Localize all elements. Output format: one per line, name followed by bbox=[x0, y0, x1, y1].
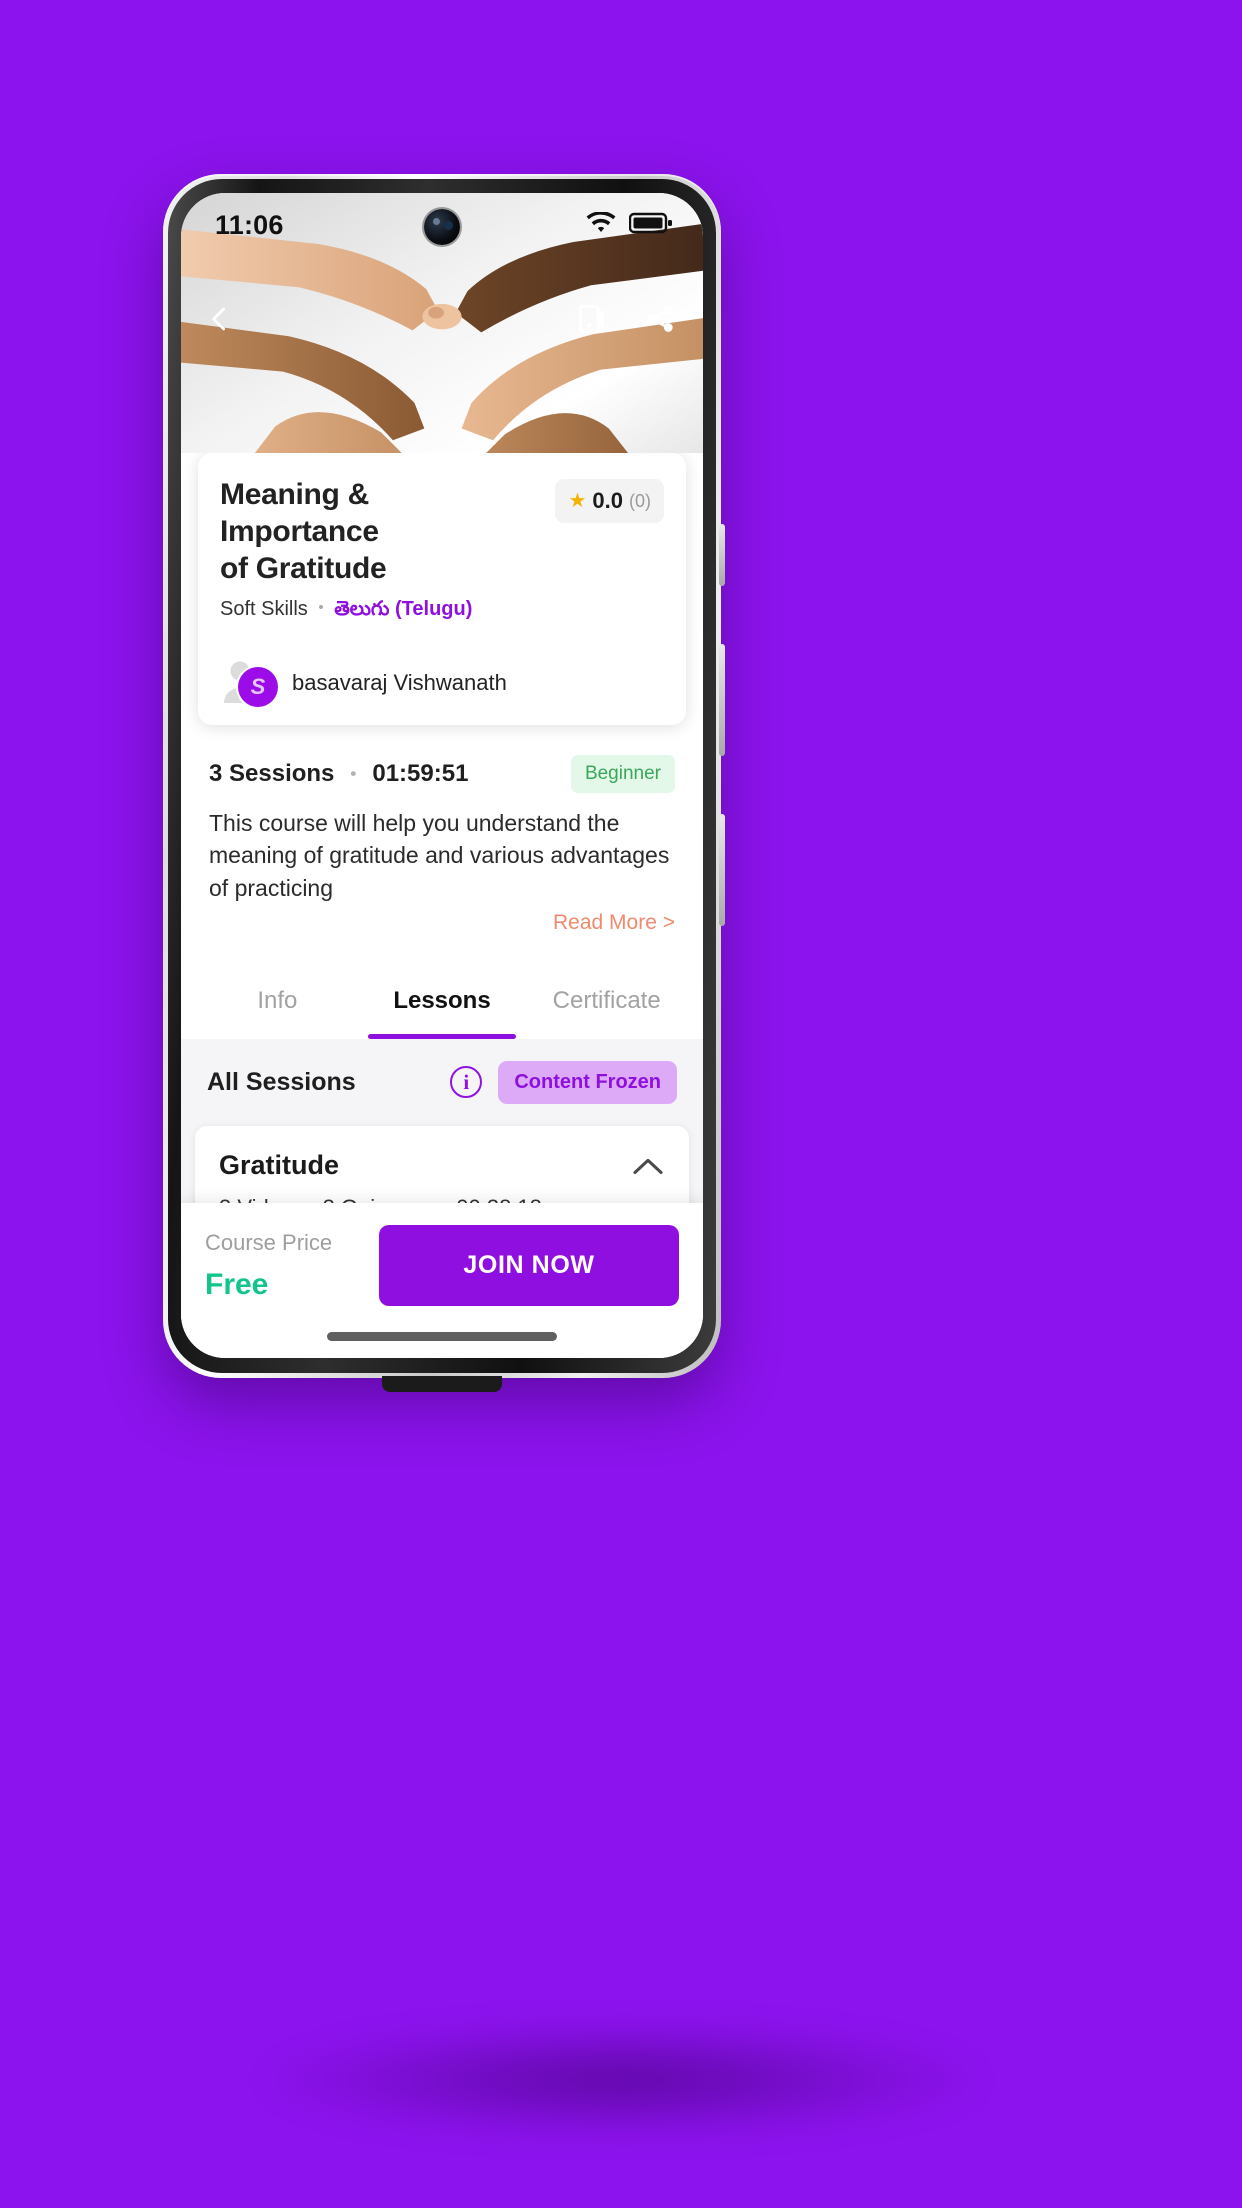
phone-side-key-top bbox=[719, 524, 725, 586]
instructor-badge: S bbox=[238, 666, 278, 707]
camera-punch-hole bbox=[424, 209, 460, 245]
phone-side-key-bottom bbox=[719, 814, 725, 926]
page-title: Meaning & Importance of Gratitude bbox=[220, 477, 520, 588]
scroll-area[interactable]: Meaning & Importance of Gratitude ★ 0.0 … bbox=[181, 453, 703, 1203]
tab-lessons[interactable]: Lessons bbox=[360, 957, 525, 1039]
battery-full-icon bbox=[628, 211, 673, 240]
info-circle-icon[interactable]: i bbox=[450, 1066, 483, 1099]
session-videos: 3 Videos bbox=[219, 1195, 304, 1203]
rating-count: (0) bbox=[629, 490, 651, 511]
read-more-link[interactable]: Read More > bbox=[181, 905, 703, 957]
course-category: Soft Skills bbox=[220, 597, 308, 620]
all-sessions-title: All Sessions bbox=[207, 1067, 356, 1096]
phone-screen: 11:06 Meaning & Importance of Gratitude … bbox=[181, 193, 703, 1358]
back-button[interactable] bbox=[203, 303, 235, 335]
chevron-up-icon bbox=[633, 1158, 663, 1174]
session-collapse-button[interactable] bbox=[631, 1156, 665, 1183]
status-badge: Beginner bbox=[570, 754, 675, 793]
course-category-row: Soft Skills • తెలుగు (Telugu) bbox=[220, 598, 664, 625]
home-indicator-bar bbox=[327, 1331, 557, 1341]
content-sheet: Meaning & Importance of Gratitude ★ 0.0 … bbox=[181, 453, 703, 1358]
session-title: Gratitude bbox=[219, 1149, 340, 1180]
instructor-name: basavaraj Vishwanath bbox=[292, 669, 507, 695]
tab-bar: Info Lessons Certificate bbox=[181, 956, 703, 1039]
sessions-list: Gratitude 3 Videos 3 Quizzes • 00:38:18 bbox=[181, 1125, 703, 1203]
rating-badge: ★ 0.0 (0) bbox=[555, 479, 664, 523]
all-sessions-header: All Sessions i Content Frozen bbox=[181, 1038, 703, 1126]
course-duration: 01:59:51 bbox=[372, 759, 469, 787]
status-time: 11:06 bbox=[215, 209, 284, 240]
chevron-left-icon bbox=[212, 307, 225, 331]
price-value: Free bbox=[205, 1267, 269, 1301]
bottom-action-bar: Course Price Free JOIN NOW bbox=[181, 1203, 703, 1314]
course-stats-row: 3 Sessions • 01:59:51 Beginner bbox=[181, 725, 703, 793]
rating-value: 0.0 bbox=[592, 488, 623, 513]
session-header[interactable]: Gratitude 3 Videos 3 Quizzes • 00:38:18 bbox=[195, 1126, 689, 1203]
course-preview-button[interactable] bbox=[577, 302, 607, 336]
session-quizzes: 3 Quizzes bbox=[323, 1195, 421, 1203]
meta-separator: • bbox=[318, 598, 324, 616]
session-meta: 3 Videos 3 Quizzes • 00:38:18 bbox=[219, 1195, 542, 1203]
star-icon: ★ bbox=[568, 490, 587, 512]
join-now-button[interactable]: JOIN NOW bbox=[379, 1225, 679, 1306]
share-button[interactable] bbox=[643, 303, 677, 335]
price-label: Course Price bbox=[205, 1229, 333, 1255]
tab-info[interactable]: Info bbox=[195, 957, 360, 1039]
phone-mockup: 11:06 Meaning & Importance of Gratitude … bbox=[163, 174, 725, 1392]
course-language: తెలుగు (Telugu) bbox=[334, 597, 473, 620]
tab-certificate[interactable]: Certificate bbox=[524, 957, 689, 1039]
phone-bezel: 11:06 Meaning & Importance of Gratitude … bbox=[168, 179, 716, 1373]
session-card: Gratitude 3 Videos 3 Quizzes • 00:38:18 bbox=[195, 1125, 689, 1203]
hero-action-row bbox=[181, 289, 703, 349]
home-indicator[interactable] bbox=[181, 1314, 703, 1358]
sessions-count: 3 Sessions bbox=[209, 759, 335, 787]
content-frozen-badge: Content Frozen bbox=[498, 1060, 677, 1104]
phone-bottom-notch bbox=[382, 1376, 502, 1392]
instructor-row[interactable]: S basavaraj Vishwanath bbox=[220, 661, 664, 707]
phone-drop-shadow bbox=[252, 2020, 992, 2140]
course-summary-card: Meaning & Importance of Gratitude ★ 0.0 … bbox=[198, 453, 686, 725]
course-title-line1: Meaning & Importance bbox=[220, 478, 379, 548]
course-description: This course will help you understand the… bbox=[209, 809, 670, 901]
course-title-line2: of Gratitude bbox=[220, 551, 387, 585]
share-icon bbox=[647, 306, 673, 332]
avatar: S bbox=[220, 661, 278, 707]
stats-separator: • bbox=[350, 763, 357, 783]
video-preview-icon bbox=[579, 304, 604, 334]
session-duration: 00:38:18 bbox=[456, 1195, 542, 1203]
wifi-icon bbox=[586, 210, 616, 239]
phone-side-key-mid bbox=[719, 644, 725, 756]
